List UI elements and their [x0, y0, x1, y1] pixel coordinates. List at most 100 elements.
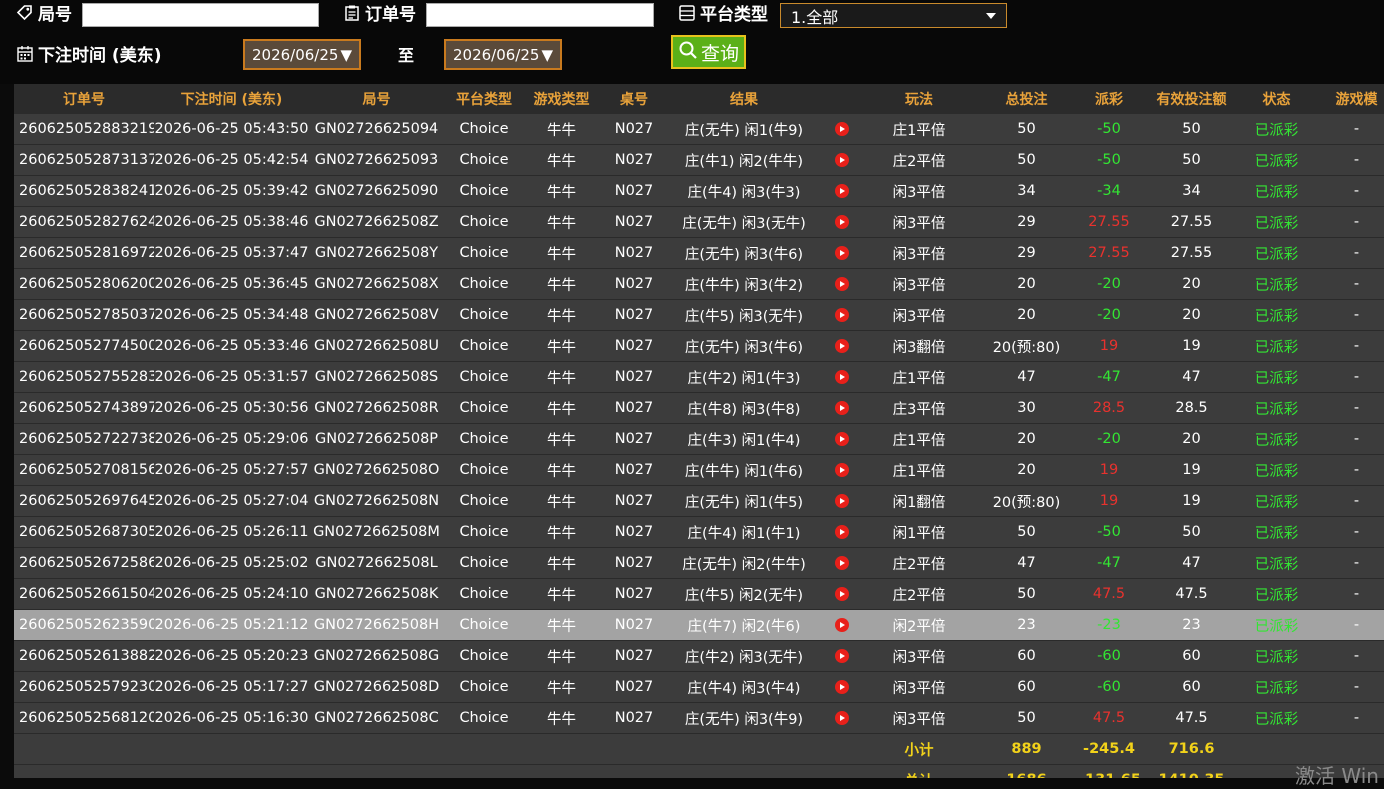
- table-row[interactable]: 260625052755283 2026-06-25 05:31:57 GN0272…: [14, 361, 1384, 393]
- order-cell: 260625052883219: [14, 114, 154, 145]
- round-input[interactable]: [82, 3, 319, 27]
- column-header: 派彩: [1079, 84, 1139, 114]
- total-bet-cell: 20: [974, 423, 1079, 455]
- summary-payout: -131.65: [1079, 764, 1139, 778]
- query-button[interactable]: 查询: [671, 35, 746, 69]
- play-video-icon[interactable]: [834, 153, 849, 167]
- time-cell: 2026-06-25 05:31:57: [154, 361, 309, 393]
- total-bet-cell: 47: [974, 547, 1079, 579]
- game-type-cell: 牛牛: [524, 640, 599, 672]
- table-row[interactable]: 260625052838241 2026-06-25 05:39:42 GN0272…: [14, 175, 1384, 207]
- time-cell: 2026-06-25 05:24:10: [154, 578, 309, 610]
- table-row[interactable]: 260625052613882 2026-06-25 05:20:23 GN0272…: [14, 640, 1384, 672]
- play-video-icon[interactable]: [834, 649, 849, 663]
- time-cell: 2026-06-25 05:25:02: [154, 547, 309, 579]
- total-bet-cell: 29: [974, 206, 1079, 238]
- table-row[interactable]: 260625052774500 2026-06-25 05:33:46 GN0272…: [14, 330, 1384, 362]
- table-row[interactable]: 260625052708156 2026-06-25 05:27:57 GN0272…: [14, 454, 1384, 486]
- order-cell: 260625052687305: [14, 516, 154, 548]
- table-no-cell: N027: [599, 702, 669, 734]
- table-row[interactable]: 260625052568120 2026-06-25 05:16:30 GN0272…: [14, 702, 1384, 734]
- order-label-text: 订单号: [365, 5, 416, 25]
- column-header: 局号: [309, 84, 444, 114]
- date-from-input[interactable]: 2026/06/25 ▼: [243, 39, 361, 70]
- play-video-icon[interactable]: [834, 339, 849, 353]
- table-row[interactable]: 260625052579230 2026-06-25 05:17:27 GN0272…: [14, 671, 1384, 703]
- table-row[interactable]: 260625052672586 2026-06-25 05:25:02 GN0272…: [14, 547, 1384, 579]
- table-row[interactable]: 260625052785037 2026-06-25 05:34:48 GN0272…: [14, 299, 1384, 331]
- payout-cell: 47.5: [1079, 578, 1139, 610]
- video-cell: [819, 361, 864, 393]
- status-cell: 已派彩: [1244, 671, 1309, 703]
- order-input[interactable]: [426, 3, 654, 27]
- play-video-icon[interactable]: [834, 556, 849, 570]
- payout-cell: -60: [1079, 640, 1139, 672]
- game-model-cell: -: [1309, 114, 1384, 145]
- play-video-icon[interactable]: [834, 525, 849, 539]
- platform-cell: Choice: [444, 702, 524, 734]
- valid-bet-cell: 27.55: [1139, 237, 1244, 269]
- status-cell: 已派彩: [1244, 392, 1309, 424]
- play-video-icon[interactable]: [834, 308, 849, 322]
- platform-select-value: 1.全部: [791, 7, 839, 27]
- table-row[interactable]: 260625052816972 2026-06-25 05:37:47 GN0272…: [14, 237, 1384, 269]
- time-cell: 2026-06-25 05:34:48: [154, 299, 309, 331]
- platform-cell: Choice: [444, 330, 524, 362]
- play-video-icon[interactable]: [834, 122, 849, 136]
- date-to-input[interactable]: 2026/06/25 ▼: [444, 39, 562, 70]
- play-video-icon[interactable]: [834, 401, 849, 415]
- platform-select[interactable]: 1.全部: [780, 3, 1007, 28]
- play-video-icon[interactable]: [834, 277, 849, 291]
- table-row[interactable]: 260625052827624 2026-06-25 05:38:46 GN0272…: [14, 206, 1384, 238]
- table-row[interactable]: 260625052806200 2026-06-25 05:36:45 GN0272…: [14, 268, 1384, 300]
- game-type-cell: 牛牛: [524, 361, 599, 393]
- payout-cell: 28.5: [1079, 392, 1139, 424]
- game-model-cell: -: [1309, 206, 1384, 238]
- valid-bet-cell: 19: [1139, 454, 1244, 486]
- time-cell: 2026-06-25 05:42:54: [154, 144, 309, 176]
- table-row[interactable]: 260625052722738 2026-06-25 05:29:06 GN0272…: [14, 423, 1384, 455]
- game-model-cell: -: [1309, 175, 1384, 207]
- play-video-icon[interactable]: [834, 215, 849, 229]
- column-header: 下注时间 (美东): [154, 84, 309, 114]
- table-row[interactable]: 260625052687305 2026-06-25 05:26:11 GN0272…: [14, 516, 1384, 548]
- status-cell: 已派彩: [1244, 114, 1309, 145]
- table-row[interactable]: 260625052697645 2026-06-25 05:27:04 GN0272…: [14, 485, 1384, 517]
- valid-bet-cell: 47.5: [1139, 702, 1244, 734]
- play-video-icon[interactable]: [834, 618, 849, 632]
- play-video-icon[interactable]: [834, 587, 849, 601]
- result-cell: 庄(无牛) 闲3(牛6): [669, 237, 819, 269]
- play-video-icon[interactable]: [834, 432, 849, 446]
- total-bet-cell: 20(预:80): [974, 330, 1079, 362]
- play-video-icon[interactable]: [834, 463, 849, 477]
- play-video-icon[interactable]: [834, 184, 849, 198]
- table-row[interactable]: 260625052743897 2026-06-25 05:30:56 GN0272…: [14, 392, 1384, 424]
- play-type-cell: 闲3平倍: [864, 640, 974, 672]
- play-video-icon[interactable]: [834, 246, 849, 260]
- play-video-icon[interactable]: [834, 680, 849, 694]
- play-type-cell: 闲3平倍: [864, 175, 974, 207]
- order-cell: 260625052672586: [14, 547, 154, 579]
- table-row[interactable]: 260625052883219 2026-06-25 05:43:50 GN0272…: [14, 114, 1384, 145]
- chevron-down-icon: [986, 13, 996, 19]
- result-cell: 庄(无牛) 闲3(牛9): [669, 702, 819, 734]
- table-row[interactable]: 260625052623590 2026-06-25 05:21:12 GN0272…: [14, 609, 1384, 641]
- table-row[interactable]: 260625052873137 2026-06-25 05:42:54 GN0272…: [14, 144, 1384, 176]
- table-no-cell: N027: [599, 423, 669, 455]
- result-cell: 庄(无牛) 闲1(牛5): [669, 485, 819, 517]
- status-cell: 已派彩: [1244, 609, 1309, 641]
- valid-bet-cell: 19: [1139, 485, 1244, 517]
- play-video-icon[interactable]: [834, 711, 849, 725]
- time-cell: 2026-06-25 05:20:23: [154, 640, 309, 672]
- order-cell: 260625052743897: [14, 392, 154, 424]
- time-cell: 2026-06-25 05:26:11: [154, 516, 309, 548]
- video-cell: [819, 114, 864, 145]
- game-type-cell: 牛牛: [524, 423, 599, 455]
- play-video-icon[interactable]: [834, 494, 849, 508]
- play-video-icon[interactable]: [834, 370, 849, 384]
- table-row[interactable]: 260625052661504 2026-06-25 05:24:10 GN0272…: [14, 578, 1384, 610]
- game-model-cell: -: [1309, 392, 1384, 424]
- game-type-cell: 牛牛: [524, 114, 599, 145]
- total-bet-cell: 60: [974, 671, 1079, 703]
- summary-bet: 1686: [974, 764, 1079, 778]
